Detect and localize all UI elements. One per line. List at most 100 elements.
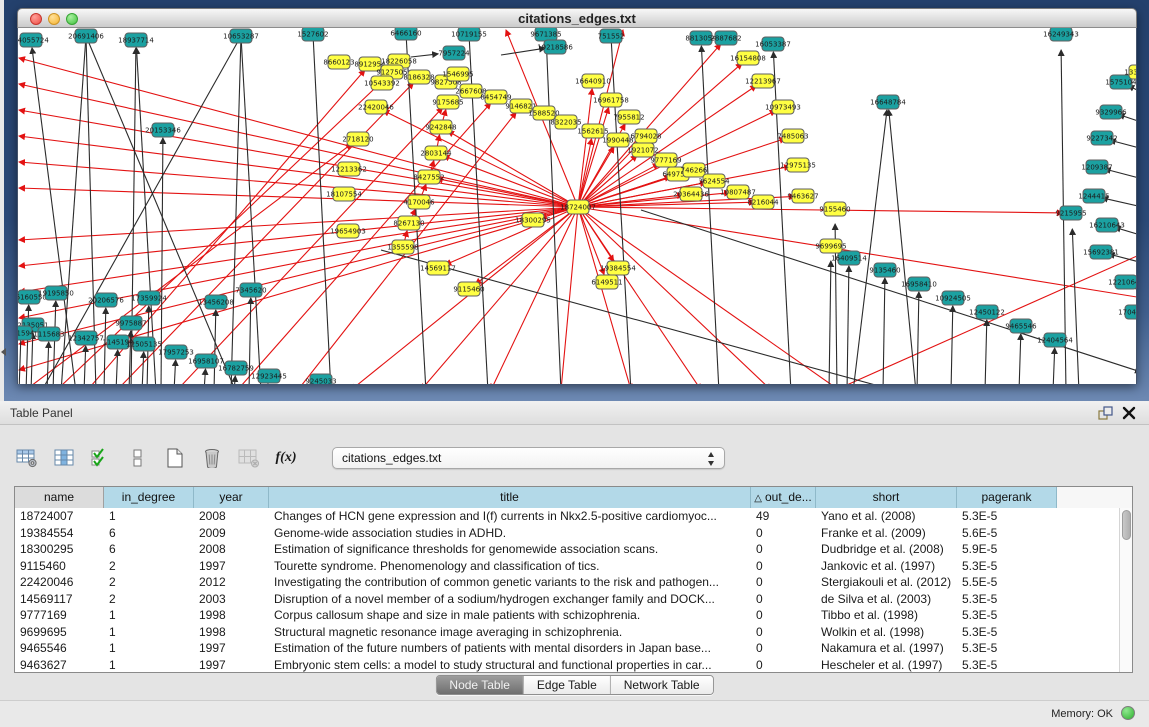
column-header-short[interactable]: short bbox=[816, 487, 957, 508]
table-cell[interactable]: 1 bbox=[104, 508, 194, 525]
citation-edge-black[interactable] bbox=[131, 48, 136, 384]
table-cell[interactable]: 6 bbox=[104, 541, 194, 558]
column-header-name[interactable]: name bbox=[15, 487, 104, 508]
table-cell[interactable]: 0 bbox=[751, 558, 816, 575]
table-row[interactable]: 1830029562008Estimation of significance … bbox=[15, 541, 1119, 558]
table-cell[interactable]: Dudbridge et al. (2008) bbox=[816, 541, 957, 558]
citation-edge-black[interactable] bbox=[1072, 229, 1079, 384]
citation-edge-red[interactable] bbox=[19, 188, 578, 207]
table-row[interactable]: 1872400712008Changes of HCN gene express… bbox=[15, 508, 1119, 525]
table-cell[interactable]: 5.3E-5 bbox=[957, 624, 1057, 641]
citation-edge-black[interactable] bbox=[313, 34, 331, 384]
table-cell[interactable]: 1 bbox=[104, 640, 194, 657]
table-cell[interactable]: 5.5E-5 bbox=[957, 574, 1057, 591]
function-builder-icon[interactable]: f(x) bbox=[273, 446, 299, 470]
zoom-window-light-icon[interactable] bbox=[66, 13, 78, 25]
float-window-icon[interactable] bbox=[1097, 405, 1113, 421]
table-row[interactable]: 969969511998Structural magnetic resonanc… bbox=[15, 624, 1119, 641]
table-row[interactable]: 946554611997Estimation of the future num… bbox=[15, 640, 1119, 657]
table-cell[interactable]: 2008 bbox=[194, 541, 269, 558]
table-row[interactable]: 911546021997Tourette syndrome. Phenomeno… bbox=[15, 558, 1119, 575]
table-cell[interactable]: 1 bbox=[104, 657, 194, 673]
delete-table-icon[interactable] bbox=[199, 446, 225, 470]
table-cell[interactable]: 9115460 bbox=[15, 558, 104, 575]
citation-edge-black[interactable] bbox=[889, 110, 916, 384]
splitter-collapse-icon[interactable] bbox=[1, 348, 6, 356]
table-cell[interactable]: Genome-wide association studies in ADHD. bbox=[269, 525, 751, 542]
table-cell[interactable]: 0 bbox=[751, 574, 816, 591]
table-row[interactable]: 1456911722003Disruption of a novel membe… bbox=[15, 591, 1119, 608]
table-cell[interactable]: 0 bbox=[751, 541, 816, 558]
table-cell[interactable]: Tibbo et al. (1998) bbox=[816, 607, 957, 624]
table-cell[interactable]: 5.3E-5 bbox=[957, 640, 1057, 657]
tab-node-table[interactable]: Node Table bbox=[436, 676, 523, 694]
table-cell[interactable]: 18300295 bbox=[15, 541, 104, 558]
citation-edge-black[interactable] bbox=[829, 261, 831, 384]
table-cell[interactable]: Tourette syndrome. Phenomenology and cla… bbox=[269, 558, 751, 575]
table-cell[interactable]: 9463627 bbox=[15, 657, 104, 673]
close-window-light-icon[interactable] bbox=[30, 13, 42, 25]
table-cell[interactable]: Structural magnetic resonance image aver… bbox=[269, 624, 751, 641]
citation-edge-red[interactable] bbox=[578, 108, 609, 207]
citation-edge-black[interactable] bbox=[1019, 334, 1021, 384]
table-cell[interactable]: 5.9E-5 bbox=[957, 541, 1057, 558]
table-cell[interactable]: 2 bbox=[104, 574, 194, 591]
vertical-scrollbar[interactable] bbox=[1119, 508, 1132, 672]
table-row[interactable]: 946362711997Embryonic stem cells: a mode… bbox=[15, 657, 1119, 673]
network-graph-canvas[interactable]: 1405572420691406189377141065328715276026… bbox=[18, 28, 1136, 384]
table-cell[interactable]: de Silva et al. (2003) bbox=[816, 591, 957, 608]
table-cell[interactable]: 1 bbox=[104, 607, 194, 624]
table-cell[interactable]: 9465546 bbox=[15, 640, 104, 657]
table-cell[interactable]: Hescheler et al. (1997) bbox=[816, 657, 957, 673]
table-cell[interactable]: 0 bbox=[751, 624, 816, 641]
table-cell[interactable]: 6 bbox=[104, 525, 194, 542]
table-cell[interactable]: 1998 bbox=[194, 607, 269, 624]
citation-edge-black[interactable] bbox=[234, 376, 235, 384]
table-cell[interactable]: Disruption of a novel member of a sodium… bbox=[269, 591, 751, 608]
table-cell[interactable]: 18724007 bbox=[15, 508, 104, 525]
table-row[interactable]: 2242004622012Investigating the contribut… bbox=[15, 574, 1119, 591]
table-cell[interactable]: 5.3E-5 bbox=[957, 508, 1057, 525]
table-cell[interactable]: 5.3E-5 bbox=[957, 591, 1057, 608]
citation-edge-black[interactable] bbox=[19, 333, 21, 384]
table-cell[interactable]: 2008 bbox=[194, 508, 269, 525]
citation-edge-black[interactable] bbox=[174, 360, 176, 384]
close-icon[interactable] bbox=[1121, 405, 1137, 421]
citation-edge-black[interactable] bbox=[53, 301, 56, 384]
table-cell[interactable]: 19384554 bbox=[15, 525, 104, 542]
table-cell[interactable]: 1997 bbox=[194, 558, 269, 575]
table-cell[interactable]: 14569117 bbox=[15, 591, 104, 608]
table-cell[interactable]: 1998 bbox=[194, 624, 269, 641]
citation-edge-black[interactable] bbox=[116, 350, 118, 384]
table-cell[interactable]: 2009 bbox=[194, 525, 269, 542]
citation-edge-black[interactable] bbox=[641, 210, 1136, 372]
tab-network-table[interactable]: Network Table bbox=[610, 676, 713, 694]
table-cell[interactable]: 5.3E-5 bbox=[957, 607, 1057, 624]
select-all-icon[interactable] bbox=[88, 446, 114, 470]
table-cell[interactable]: 1 bbox=[104, 624, 194, 641]
table-selector-dropdown[interactable]: citations_edges.txt bbox=[332, 447, 725, 469]
column-header-in-degree[interactable]: in_degree bbox=[104, 487, 194, 508]
table-cell[interactable]: Yano et al. (2008) bbox=[816, 508, 957, 525]
citation-edge-black[interactable] bbox=[985, 320, 987, 384]
memory-status-indicator[interactable] bbox=[1121, 706, 1135, 720]
citation-edge-black[interactable] bbox=[701, 46, 719, 384]
citation-edge-black[interactable] bbox=[381, 250, 901, 384]
table-cell[interactable]: 1997 bbox=[194, 657, 269, 673]
citation-edge-red[interactable] bbox=[445, 207, 578, 265]
citation-edge-black[interactable] bbox=[84, 346, 86, 384]
table-cell[interactable]: 2003 bbox=[194, 591, 269, 608]
citation-edge-black[interactable] bbox=[214, 310, 216, 384]
table-row[interactable]: 977716911998Corpus callosum shape and si… bbox=[15, 607, 1119, 624]
citation-edge-black[interactable] bbox=[917, 292, 919, 384]
table-cell[interactable]: Changes of HCN gene expression and I(f) … bbox=[269, 508, 751, 525]
show-columns-icon[interactable] bbox=[51, 446, 77, 470]
citation-edge-black[interactable] bbox=[853, 110, 887, 384]
table-cell[interactable]: 0 bbox=[751, 591, 816, 608]
table-cell[interactable]: Jankovic et al. (1997) bbox=[816, 558, 957, 575]
scrollbar-thumb[interactable] bbox=[1122, 510, 1131, 540]
table-cell[interactable]: 0 bbox=[751, 640, 816, 657]
column-header-out-degree[interactable]: △out_de... bbox=[751, 487, 816, 508]
table-cell[interactable]: 1997 bbox=[194, 640, 269, 657]
table-cell[interactable]: 5.3E-5 bbox=[957, 657, 1057, 673]
